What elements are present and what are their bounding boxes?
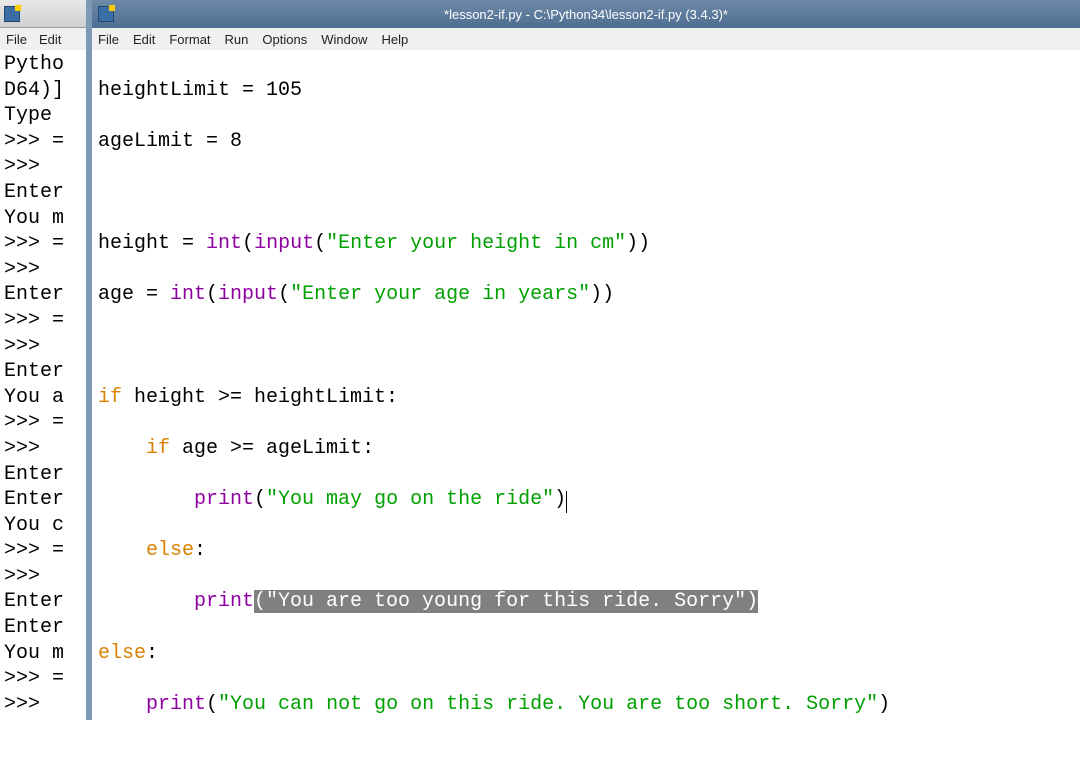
shell-line: Enter xyxy=(4,180,82,206)
code-editor[interactable]: heightLimit = 105 ageLimit = 8 height = … xyxy=(92,50,1080,771)
shell-line: >>> = xyxy=(4,410,82,436)
menu-window[interactable]: Window xyxy=(321,32,367,47)
shell-line: You a xyxy=(4,385,82,411)
python-shell-window: File Edit Pytho D64)] Type >>> = >>> Ent… xyxy=(0,0,86,720)
shell-line: Type xyxy=(4,103,82,129)
shell-line: >>> = xyxy=(4,308,82,334)
editor-titlebar[interactable]: *lesson2-if.py - C:\Python34\lesson2-if.… xyxy=(92,0,1080,28)
idle-editor-window: *lesson2-if.py - C:\Python34\lesson2-if.… xyxy=(86,0,1080,720)
code-line: print("You are too young for this ride. … xyxy=(98,589,1074,615)
code-line: if height >= heightLimit: xyxy=(98,385,1074,411)
shell-line: You c xyxy=(4,513,82,539)
shell-line: >>> xyxy=(4,257,82,283)
shell-line: D64)] xyxy=(4,78,82,104)
shell-line: >>> = xyxy=(4,666,82,692)
editor-title: *lesson2-if.py - C:\Python34\lesson2-if.… xyxy=(122,7,1080,22)
menu-run[interactable]: Run xyxy=(225,32,249,47)
code-line: ageLimit = 8 xyxy=(98,129,1074,155)
editor-menubar[interactable]: File Edit Format Run Options Window Help xyxy=(92,28,1080,50)
code-line: height = int(input("Enter your height in… xyxy=(98,231,1074,257)
shell-line: >>> xyxy=(4,436,82,462)
shell-line: Enter xyxy=(4,462,82,488)
shell-titlebar xyxy=(0,0,86,28)
menu-file[interactable]: File xyxy=(98,32,119,47)
shell-line: Enter xyxy=(4,487,82,513)
menu-options[interactable]: Options xyxy=(262,32,307,47)
code-line xyxy=(98,334,1074,360)
shell-line: >>> xyxy=(4,692,82,718)
code-line: age = int(input("Enter your age in years… xyxy=(98,282,1074,308)
shell-line: >>> = xyxy=(4,231,82,257)
code-line: if age >= ageLimit: xyxy=(98,436,1074,462)
shell-line: Enter xyxy=(4,615,82,641)
shell-line: You m xyxy=(4,641,82,667)
shell-line: Enter xyxy=(4,589,82,615)
shell-line: Pytho xyxy=(4,52,82,78)
shell-menu-edit[interactable]: Edit xyxy=(39,32,61,47)
selected-text: ("You are too young for this ride. Sorry… xyxy=(254,590,758,613)
python-icon xyxy=(98,6,114,22)
code-line: print("You can not go on this ride. You … xyxy=(98,692,1074,718)
menu-help[interactable]: Help xyxy=(381,32,408,47)
shell-menubar[interactable]: File Edit xyxy=(0,28,86,50)
shell-line: >>> xyxy=(4,564,82,590)
code-line: heightLimit = 105 xyxy=(98,78,1074,104)
shell-output[interactable]: Pytho D64)] Type >>> = >>> Enter You m >… xyxy=(0,50,86,719)
shell-line: You m xyxy=(4,206,82,232)
code-line: print("You may go on the ride") xyxy=(98,487,1074,513)
shell-line: >>> = xyxy=(4,538,82,564)
code-line: else: xyxy=(98,641,1074,667)
shell-line: >>> = xyxy=(4,129,82,155)
code-line: else: xyxy=(98,538,1074,564)
shell-line: Enter xyxy=(4,282,82,308)
python-icon xyxy=(4,6,20,22)
menu-format[interactable]: Format xyxy=(169,32,210,47)
shell-line: >>> xyxy=(4,154,82,180)
code-line xyxy=(98,180,1074,206)
shell-menu-file[interactable]: File xyxy=(6,32,27,47)
shell-line: >>> xyxy=(4,334,82,360)
text-cursor xyxy=(566,491,567,513)
shell-line: Enter xyxy=(4,359,82,385)
menu-edit[interactable]: Edit xyxy=(133,32,155,47)
